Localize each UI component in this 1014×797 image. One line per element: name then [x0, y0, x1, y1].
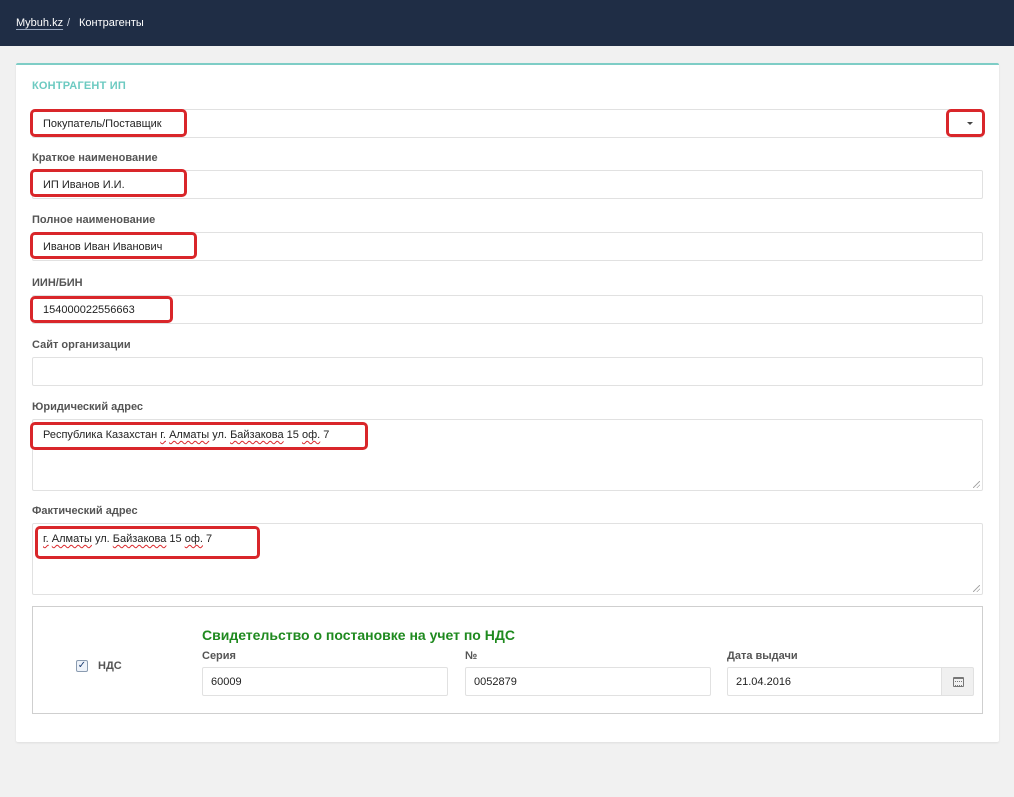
breadcrumb-home-link[interactable]: Mybuh.kz: [16, 17, 63, 29]
vat-checkbox-label: НДС: [98, 660, 122, 672]
vat-number-input[interactable]: 0052879: [465, 667, 711, 696]
card-title: КОНТРАГЕНТ ИП: [32, 80, 126, 92]
date-picker-button[interactable]: [942, 667, 974, 696]
iin-label: ИИН/БИН: [32, 277, 83, 289]
breadcrumb-separator: /: [67, 17, 71, 29]
short-name-label: Краткое наименование: [32, 152, 158, 164]
legal-address-text: Республика Казахстан г. Алматы ул. Байза…: [43, 429, 330, 441]
top-navbar: Mybuh.kz / Контрагенты: [0, 0, 1014, 46]
actual-address-label: Фактический адрес: [32, 505, 138, 517]
actual-address-text: г. Алматы ул. Байзакова 15 оф. 7: [43, 533, 213, 545]
check-icon: ✓: [77, 660, 87, 671]
legal-address-textarea[interactable]: Республика Казахстан г. Алматы ул. Байза…: [32, 419, 983, 491]
vat-number-label: №: [465, 650, 478, 662]
vat-date-input[interactable]: 21.04.2016: [727, 667, 942, 696]
calendar-icon: [953, 677, 964, 687]
resize-handle[interactable]: [973, 481, 980, 488]
short-name-input[interactable]: ИП Иванов И.И.: [32, 170, 983, 199]
counterparty-type-value: Покупатель/Поставщик: [43, 118, 162, 130]
website-label: Сайт организации: [32, 339, 131, 351]
vat-series-label: Серия: [202, 650, 236, 662]
website-input[interactable]: [32, 357, 983, 386]
vat-checkbox[interactable]: ✓: [76, 660, 88, 672]
legal-address-label: Юридический адрес: [32, 401, 144, 413]
breadcrumb-current: Контрагенты: [79, 17, 144, 29]
actual-address-textarea[interactable]: г. Алматы ул. Байзакова 15 оф. 7: [32, 523, 983, 595]
counterparty-card: КОНТРАГЕНТ ИП Покупатель/Поставщик Кратк…: [16, 63, 999, 742]
full-name-label: Полное наименование: [32, 214, 156, 226]
vat-certificate-panel: ✓ НДС Свидетельство о постановке на учет…: [32, 606, 983, 714]
counterparty-type-select[interactable]: Покупатель/Поставщик: [32, 109, 983, 138]
vat-certificate-title: Свидетельство о постановке на учет по НД…: [202, 627, 515, 643]
iin-input[interactable]: 154000022556663: [32, 295, 983, 324]
vat-series-input[interactable]: 60009: [202, 667, 448, 696]
resize-handle[interactable]: [973, 585, 980, 592]
vat-date-label: Дата выдачи: [727, 650, 798, 662]
full-name-input[interactable]: Иванов Иван Иванович: [32, 232, 983, 261]
chevron-down-icon[interactable]: [967, 122, 973, 125]
